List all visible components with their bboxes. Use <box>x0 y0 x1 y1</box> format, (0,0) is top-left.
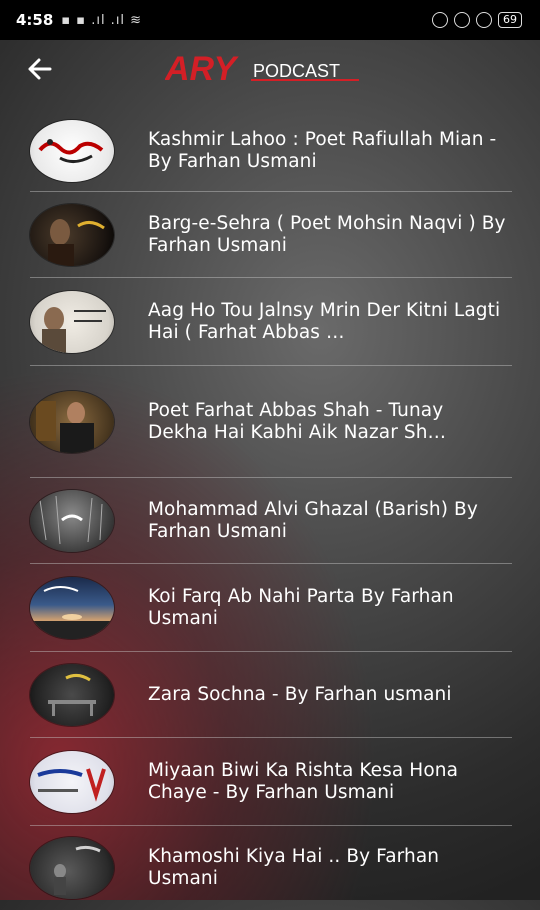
status-time: 4:58 <box>16 11 54 29</box>
episode-thumbnail <box>30 204 114 266</box>
list-item[interactable]: Aag Ho Tou Jalnsy Mrin Der Kitni Lagti H… <box>30 278 540 366</box>
ary-podcast-logo: ARY PODCAST <box>165 50 359 88</box>
episode-thumbnail <box>30 120 114 182</box>
episode-title: Mohammad Alvi Ghazal (Barish) By Farhan … <box>148 499 478 542</box>
episode-thumbnail <box>30 391 114 453</box>
list-item[interactable]: Koi Farq Ab Nahi Parta By Farhan Usmani <box>30 564 540 652</box>
episode-title: Kashmir Lahoo : Poet Rafiullah Mian - By… <box>148 129 497 172</box>
list-item[interactable]: Poet Farhat Abbas Shah - Tunay Dekha Hai… <box>30 366 540 478</box>
episode-thumbnail <box>30 751 114 813</box>
episode-title: Barg-e-Sehra ( Poet Mohsin Naqvi ) By Fa… <box>148 213 506 256</box>
episode-title: Zara Sochna - By Farhan usmani <box>148 684 452 705</box>
alarm-icon <box>476 12 492 28</box>
app-header: ARY PODCAST <box>0 40 540 100</box>
list-item[interactable]: Kashmir Lahoo : Poet Rafiullah Mian - By… <box>30 110 540 192</box>
hotspot-icon <box>432 12 448 28</box>
status-right: 69 <box>432 12 522 28</box>
logo-sub: PODCAST <box>253 61 340 81</box>
episode-title: Khamoshi Kiya Hai .. By Farhan Usmani <box>148 846 440 889</box>
portrait-image <box>36 401 94 453</box>
portrait-image <box>48 219 105 266</box>
location-icon <box>454 12 470 28</box>
list-item[interactable]: Zara Sochna - By Farhan usmani <box>30 652 540 738</box>
signal-wifi-icons: ▪ ▪ .ıl .ıl ≋ <box>61 12 143 28</box>
logo-brand: ARY <box>165 50 239 88</box>
list-item[interactable]: Barg-e-Sehra ( Poet Mohsin Naqvi ) By Fa… <box>30 192 540 278</box>
episode-thumbnail <box>30 291 114 353</box>
episode-title: Poet Farhat Abbas Shah - Tunay Dekha Hai… <box>148 400 447 443</box>
episode-thumbnail <box>30 490 114 552</box>
list-item[interactable]: Mohammad Alvi Ghazal (Barish) By Farhan … <box>30 478 540 564</box>
battery-indicator: 69 <box>498 12 522 28</box>
bench-image <box>48 673 96 716</box>
list-item[interactable]: Khamoshi Kiya Hai .. By Farhan Usmani <box>30 826 540 910</box>
episode-title: Aag Ho Tou Jalnsy Mrin Der Kitni Lagti H… <box>148 300 501 343</box>
episode-title: Koi Farq Ab Nahi Parta By Farhan Usmani <box>148 586 454 629</box>
episode-thumbnail <box>30 837 114 899</box>
rain-image <box>39 495 103 545</box>
couple-image <box>37 768 106 802</box>
list-item[interactable]: Miyaan Biwi Ka Rishta Kesa Hona Chaye - … <box>30 738 540 826</box>
sunset-image <box>30 586 114 639</box>
portrait-image <box>42 307 106 353</box>
episode-thumbnail <box>30 664 114 726</box>
arrow-left-icon <box>28 58 52 80</box>
status-left: 4:58 ▪ ▪ .ıl .ıl ≋ <box>16 11 142 29</box>
figure-image <box>54 845 101 895</box>
calligraphy-image <box>38 139 104 163</box>
episode-title: Miyaan Biwi Ka Rishta Kesa Hona Chaye - … <box>148 760 459 803</box>
episode-thumbnail <box>30 577 114 639</box>
status-bar: 4:58 ▪ ▪ .ıl .ıl ≋ 69 <box>0 0 540 40</box>
back-button[interactable] <box>24 52 58 86</box>
